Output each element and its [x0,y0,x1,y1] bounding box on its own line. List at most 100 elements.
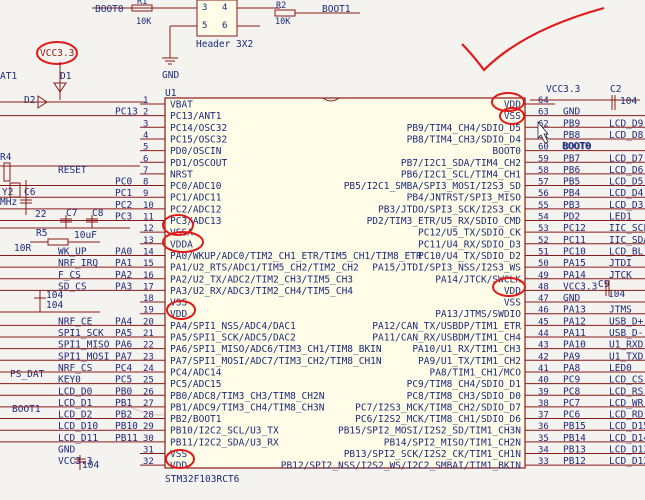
left-net-name: LCD_D0 [58,386,93,397]
right-port-label: PA10 [563,340,586,351]
battery-label: AT1 [0,71,17,82]
right-pin-name: VSS [504,298,521,309]
right-pin-number: 63 [538,108,549,118]
right-port-label: PB9 [563,118,580,129]
right-pin-number: 56 [538,189,549,199]
left-net-name: LCD_D2 [58,410,92,421]
c2-label: C2 [610,84,621,95]
left-pin-number: 11 [143,213,154,223]
left-pin-number: 14 [143,247,154,257]
right-net-name: U1_TXD [609,351,644,362]
boot0-net-label: BOOT0 [95,4,124,15]
left-port-label: PC13 [115,107,138,118]
r5-resistor [47,238,69,246]
schematic-canvas: BOOT0 R1 10K 3 4 5 6 Header 3X2 R2 10K B… [0,0,645,485]
right-pin-name: PC9/TIM8_CH4/SDIO_D1 [407,379,522,390]
right-pin-name: PB15/SPI2_MOSI/I2S2_SD/TIM1_CH3N [338,426,521,437]
left-pin-number: 27 [143,399,154,409]
left-pin-name: PB0/ADC8/TIM3_CH3/TIM8_CH2N [170,391,325,402]
right-pin-number: 51 [538,247,549,257]
right-net-name: USB_D+ [609,316,644,327]
right-port-label: VCC3.3 [563,281,597,292]
right-net-name: LED0 [609,363,632,374]
right-pin-number: 48 [538,282,549,292]
right-port-label: PC6 [563,410,580,421]
right-net-name: LCD_BL [609,246,644,257]
left-port-label: PB1 [115,398,132,409]
right-pin-number: 60 [538,143,549,153]
right-pin-number: 57 [538,178,549,188]
right-pin-name: VSS [504,111,521,122]
header-pin-5: 5 [202,21,207,31]
r1-value: 10K [136,17,152,27]
right-net-name: LCD_D5 [609,177,643,188]
right-pin-name: PC7/I2S3_MCK/TIM8_CH2/SDIO_D7 [355,402,521,413]
cap-10uf-value: 10uF [74,230,97,241]
left-net-name: LCD_D10 [58,421,98,432]
left-port-label: PA0 [115,246,132,257]
left-port-label: PA6 [115,340,132,351]
right-net-name: LCD_D4 [609,188,644,199]
right-net-name: LCD_D14 [609,433,645,444]
left-net-name: SD_CS [58,281,87,292]
right-port-label: GND [563,107,580,118]
right-pin-number: 42 [538,352,549,362]
left-port-label: PA5 [115,328,132,339]
right-port-label: PB6 [563,165,580,176]
left-port-label: PB0 [115,386,132,397]
right-port-label: PB15 [563,421,586,432]
left-pin-number: 15 [143,259,154,269]
left-pin-name: PA4/SPI1_NSS/ADC4/DAC1 [170,321,296,332]
left-pin-number: 3 [143,119,148,129]
right-net-name: LCD_D13 [609,445,645,456]
left-pin-number: 7 [143,166,148,176]
right-net-name: LCD_D7 [609,153,643,164]
right-net-name: LCD_D3 [609,200,643,211]
left-port-label: PA4 [115,316,132,327]
right-port-label: PC7 [563,398,580,409]
right-port-label: PA15 [563,258,586,269]
left-pin-number: 23 [143,352,154,362]
r10-value: 10R [14,243,31,254]
right-port-label: PA12 [563,316,586,327]
right-net-name: LCD_WR [609,398,644,409]
left-port-label: PC4 [115,363,132,374]
right-pin-name: PA8/TIM1_CH1/MCO [429,367,521,378]
header-pin-3: 3 [202,3,207,13]
right-port-label: PB12 [563,456,586,467]
left-pin-number: 19 [143,306,154,316]
right-pin-number: 50 [538,259,549,269]
vcc33-right-label: VCC3.3 [546,84,580,95]
right-port-label: PC11 [563,235,586,246]
right-net-name: LCD_D6 [609,165,644,176]
right-pin-number: 39 [538,387,549,397]
left-pin-number: 17 [143,282,154,292]
left-pin-number: 4 [143,131,148,141]
right-port-label: PD2 [563,212,580,223]
chip-part-number: STM32F103RCT6 [165,474,240,485]
left-net-name: SPI1_SCK [58,328,104,339]
left-pin-number: 29 [143,422,154,432]
right-port-label: PA13 [563,305,586,316]
left-pin-name: PA2/U2_TX/ADC2/TIM2_CH3/TIM5_CH3 [170,274,353,285]
left-net-name: KEY0 [58,375,81,386]
gnd-label-top: GND [162,70,179,81]
right-pin-number: 40 [538,376,549,386]
left-pin-name: PA5/SPI1_SCK/ADC5/DAC2 [170,333,296,344]
left-net-name: F_CS [58,270,81,281]
left-pin-name: PC4/ADC14 [170,367,222,378]
ps-dat-label: PS_DAT [10,369,45,380]
left-pin-name: PA3/U2_RX/ADC3/TIM2_CH4/TIM5_CH4 [170,286,353,297]
right-net-name: LED1 [609,212,632,223]
left-pin-name: PB1/ADC9/TIM3_CH4/TIM8_CH3N [170,402,325,413]
right-net-name: LCD_CS [609,375,644,386]
left-pin-number: 30 [143,434,154,444]
right-port-label: PC12 [563,223,586,234]
left-port-label: PB2 [115,410,132,421]
left-port-label: PB10 [115,421,138,432]
right-port-label: PB14 [563,433,586,444]
left-net-name: VCC3.3 [58,456,92,467]
right-pin-number: 41 [538,364,549,374]
left-pin-name: PB10/I2C2_SCL/U3_TX [170,426,279,437]
right-pin-name: PB8/TIM4_CH3/SDIO_D4 [407,134,522,145]
